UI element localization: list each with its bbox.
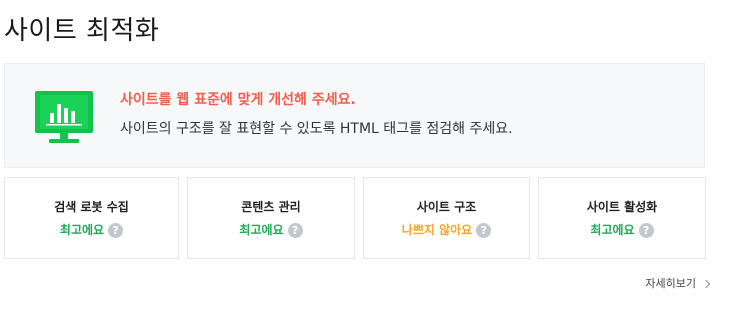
- more-details-link[interactable]: 자세히보기: [645, 276, 711, 292]
- status-badge: 최고에요: [590, 223, 635, 237]
- question-icon[interactable]: ?: [287, 222, 303, 238]
- status-badge: 최고에요: [239, 223, 284, 237]
- monitor-chart-icon: [35, 91, 93, 143]
- more-details-label: 자세히보기: [645, 277, 696, 290]
- chevron-right-icon: [701, 279, 711, 289]
- optimization-banner: 사이트를 웹 표준에 맞게 개선해 주세요. 사이트의 구조를 잘 표현할 수 …: [4, 63, 705, 168]
- card-title: 검색 로봇 수집: [54, 200, 129, 214]
- card-title: 콘텐츠 관리: [241, 200, 301, 214]
- card-title: 사이트 활성화: [586, 200, 658, 214]
- banner-headline: 사이트를 웹 표준에 맞게 개선해 주세요.: [120, 92, 356, 108]
- status-cards: 검색 로봇 수집 최고에요 ? 콘텐츠 관리 최고에요 ? 사이트 구조 나쁘지…: [4, 177, 706, 259]
- card-site-structure: 사이트 구조 나쁘지 않아요 ?: [363, 177, 530, 259]
- card-content-management: 콘텐츠 관리 최고에요 ?: [187, 177, 355, 259]
- banner-description: 사이트의 구조를 잘 표현할 수 있도록 HTML 태그를 점검해 주세요.: [120, 121, 513, 137]
- card-search-robot: 검색 로봇 수집 최고에요 ?: [4, 177, 179, 259]
- question-icon[interactable]: ?: [108, 222, 124, 238]
- status-badge: 나쁘지 않아요: [401, 223, 473, 237]
- status-badge: 최고에요: [59, 223, 105, 237]
- question-icon[interactable]: ?: [638, 222, 654, 238]
- page-title: 사이트 최적화: [4, 16, 160, 46]
- question-icon[interactable]: ?: [476, 222, 492, 238]
- card-title: 사이트 구조: [416, 200, 477, 214]
- card-site-activation: 사이트 활성화 최고에요 ?: [538, 177, 706, 259]
